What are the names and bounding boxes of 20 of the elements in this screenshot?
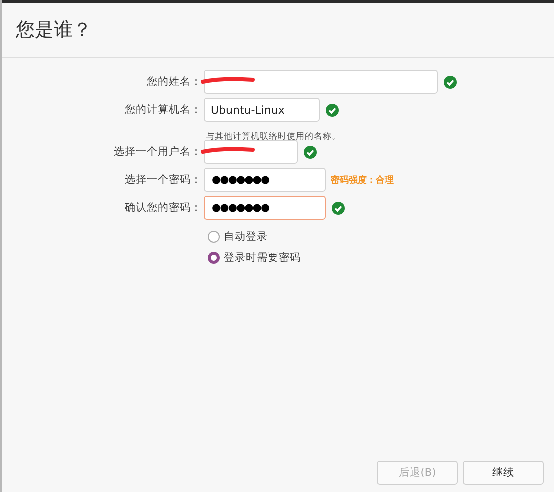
input-field[interactable] <box>204 70 438 94</box>
radio-button[interactable] <box>208 252 220 264</box>
field-label: 确认您的密码： <box>124 201 203 215</box>
input-field[interactable]: ●●●●●●● <box>204 168 326 192</box>
input-field[interactable]: Ubuntu-Linux <box>204 98 320 122</box>
field-label: 选择一个用户名： <box>113 145 203 159</box>
nav-button[interactable]: 继续 <box>463 461 544 485</box>
radio-button[interactable] <box>208 230 220 242</box>
page-title: 您是谁？ <box>16 18 92 43</box>
field-label: 您的姓名： <box>146 75 203 89</box>
field-label: 您的计算机名： <box>124 103 203 117</box>
input-field[interactable]: ●●●●●●● <box>204 196 326 220</box>
radio-label: 登录时需要密码 <box>224 250 301 264</box>
input-field[interactable] <box>204 140 298 164</box>
radio-option[interactable]: 自动登录 <box>208 229 554 244</box>
password-strength: 密码强度：合理 <box>331 174 394 186</box>
hint-text: 与其他计算机联络时使用的名称。 <box>206 132 341 142</box>
radio-label: 自动登录 <box>224 230 268 244</box>
radio-option[interactable]: 登录时需要密码 <box>208 250 554 265</box>
field-label: 选择一个密码： <box>124 173 203 187</box>
